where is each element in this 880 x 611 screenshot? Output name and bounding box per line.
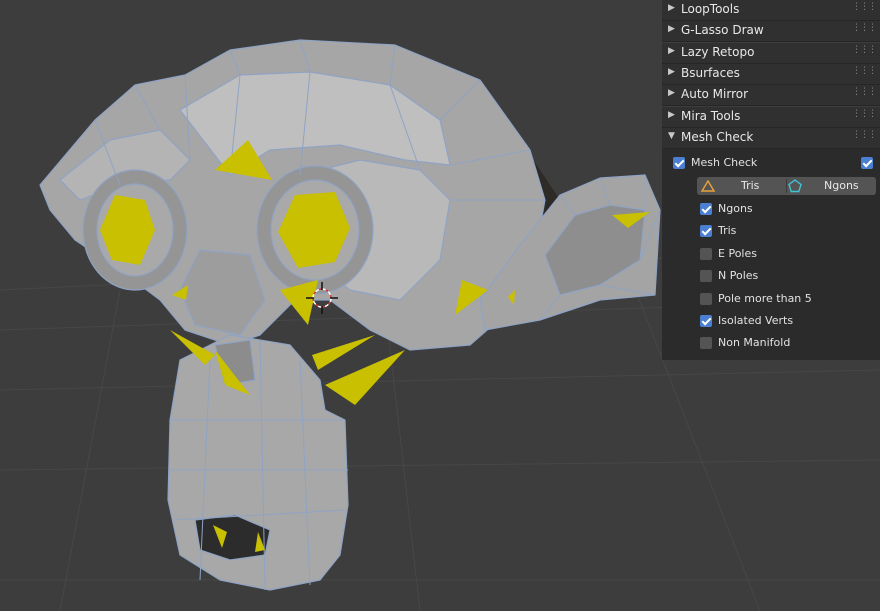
mesh-check-overlay-checkbox[interactable] bbox=[861, 157, 873, 169]
option-pole-more-than-5-label: Pole more than 5 bbox=[718, 292, 812, 305]
expand-arrow-icon[interactable]: ▶ bbox=[668, 67, 675, 77]
expand-arrow-icon[interactable]: ▶ bbox=[668, 110, 675, 120]
option-ngons-label: Ngons bbox=[718, 202, 753, 215]
mesh-check-panel-body: Mesh Check Tris Ngons Ngons Tris E Poles bbox=[662, 149, 880, 360]
tab-tris[interactable]: Tris bbox=[697, 177, 786, 195]
option-n-poles-label: N Poles bbox=[718, 269, 759, 282]
option-tris-label: Tris bbox=[718, 224, 737, 237]
panel-title: G-Lasso Draw bbox=[681, 23, 764, 38]
panel-title: LoopTools bbox=[681, 2, 740, 16]
mesh-check-enable-checkbox[interactable] bbox=[673, 157, 685, 169]
expand-arrow-icon[interactable]: ▶ bbox=[668, 88, 675, 98]
drag-grip-icon[interactable]: ⋮⋮⋮ bbox=[852, 45, 877, 55]
drag-grip-icon[interactable]: ⋮⋮⋮ bbox=[852, 23, 877, 33]
panel-header-mira-tools[interactable]: ▶ Mira Tools ⋮⋮⋮ bbox=[662, 106, 880, 128]
panel-title: Bsurfaces bbox=[681, 65, 740, 80]
option-tris-checkbox[interactable] bbox=[700, 225, 712, 237]
panel-header-lazy-retopo[interactable]: ▶ Lazy Retopo ⋮⋮⋮ bbox=[662, 42, 880, 64]
tab-tris-label: Tris bbox=[741, 179, 760, 192]
sidebar-n-panel[interactable]: ▶ LoopTools ⋮⋮⋮ ▶ G-Lasso Draw ⋮⋮⋮ ▶ Laz… bbox=[662, 0, 880, 360]
drag-grip-icon[interactable]: ⋮⋮⋮ bbox=[852, 109, 877, 119]
mesh-check-tab-bar: Tris Ngons bbox=[697, 177, 876, 195]
panel-title: Mira Tools bbox=[681, 108, 741, 123]
option-e-poles-checkbox[interactable] bbox=[700, 248, 712, 260]
expand-arrow-icon[interactable]: ▶ bbox=[668, 46, 675, 56]
drag-grip-icon[interactable]: ⋮⋮⋮ bbox=[852, 130, 877, 140]
option-isolated-verts-label: Isolated Verts bbox=[718, 314, 794, 327]
option-isolated-verts-checkbox[interactable] bbox=[700, 315, 712, 327]
tab-ngons[interactable]: Ngons bbox=[787, 177, 876, 195]
panel-header-g-lasso-draw[interactable]: ▶ G-Lasso Draw ⋮⋮⋮ bbox=[662, 21, 880, 43]
mesh-check-title: Mesh Check bbox=[691, 156, 758, 169]
drag-grip-icon[interactable]: ⋮⋮⋮ bbox=[852, 87, 877, 97]
option-n-poles-checkbox[interactable] bbox=[700, 270, 712, 282]
panel-header-looptools[interactable]: ▶ LoopTools ⋮⋮⋮ bbox=[662, 0, 880, 21]
option-non-manifold-checkbox[interactable] bbox=[700, 337, 712, 349]
expand-arrow-icon[interactable]: ▶ bbox=[668, 3, 675, 13]
drag-grip-icon[interactable]: ⋮⋮⋮ bbox=[852, 2, 877, 12]
expand-arrow-icon[interactable]: ▶ bbox=[668, 24, 675, 34]
panel-header-bsurfaces[interactable]: ▶ Bsurfaces ⋮⋮⋮ bbox=[662, 63, 880, 85]
option-non-manifold-label: Non Manifold bbox=[718, 336, 791, 349]
panel-header-auto-mirror[interactable]: ▶ Auto Mirror ⋮⋮⋮ bbox=[662, 85, 880, 107]
panel-title: Mesh Check bbox=[681, 129, 754, 144]
collapse-arrow-icon[interactable]: ▼ bbox=[668, 131, 675, 141]
panel-title: Auto Mirror bbox=[681, 87, 749, 102]
option-pole-more-than-5-checkbox[interactable] bbox=[700, 293, 712, 305]
triangle-icon bbox=[701, 180, 715, 192]
pentagon-icon bbox=[788, 179, 802, 193]
panel-title: Lazy Retopo bbox=[681, 44, 755, 59]
option-ngons-checkbox[interactable] bbox=[700, 203, 712, 215]
option-e-poles-label: E Poles bbox=[718, 247, 757, 260]
drag-grip-icon[interactable]: ⋮⋮⋮ bbox=[852, 66, 877, 76]
tab-ngons-label: Ngons bbox=[824, 179, 859, 192]
panel-header-mesh-check[interactable]: ▼ Mesh Check ⋮⋮⋮ bbox=[662, 127, 880, 149]
suzanne-mesh[interactable] bbox=[39, 39, 661, 591]
